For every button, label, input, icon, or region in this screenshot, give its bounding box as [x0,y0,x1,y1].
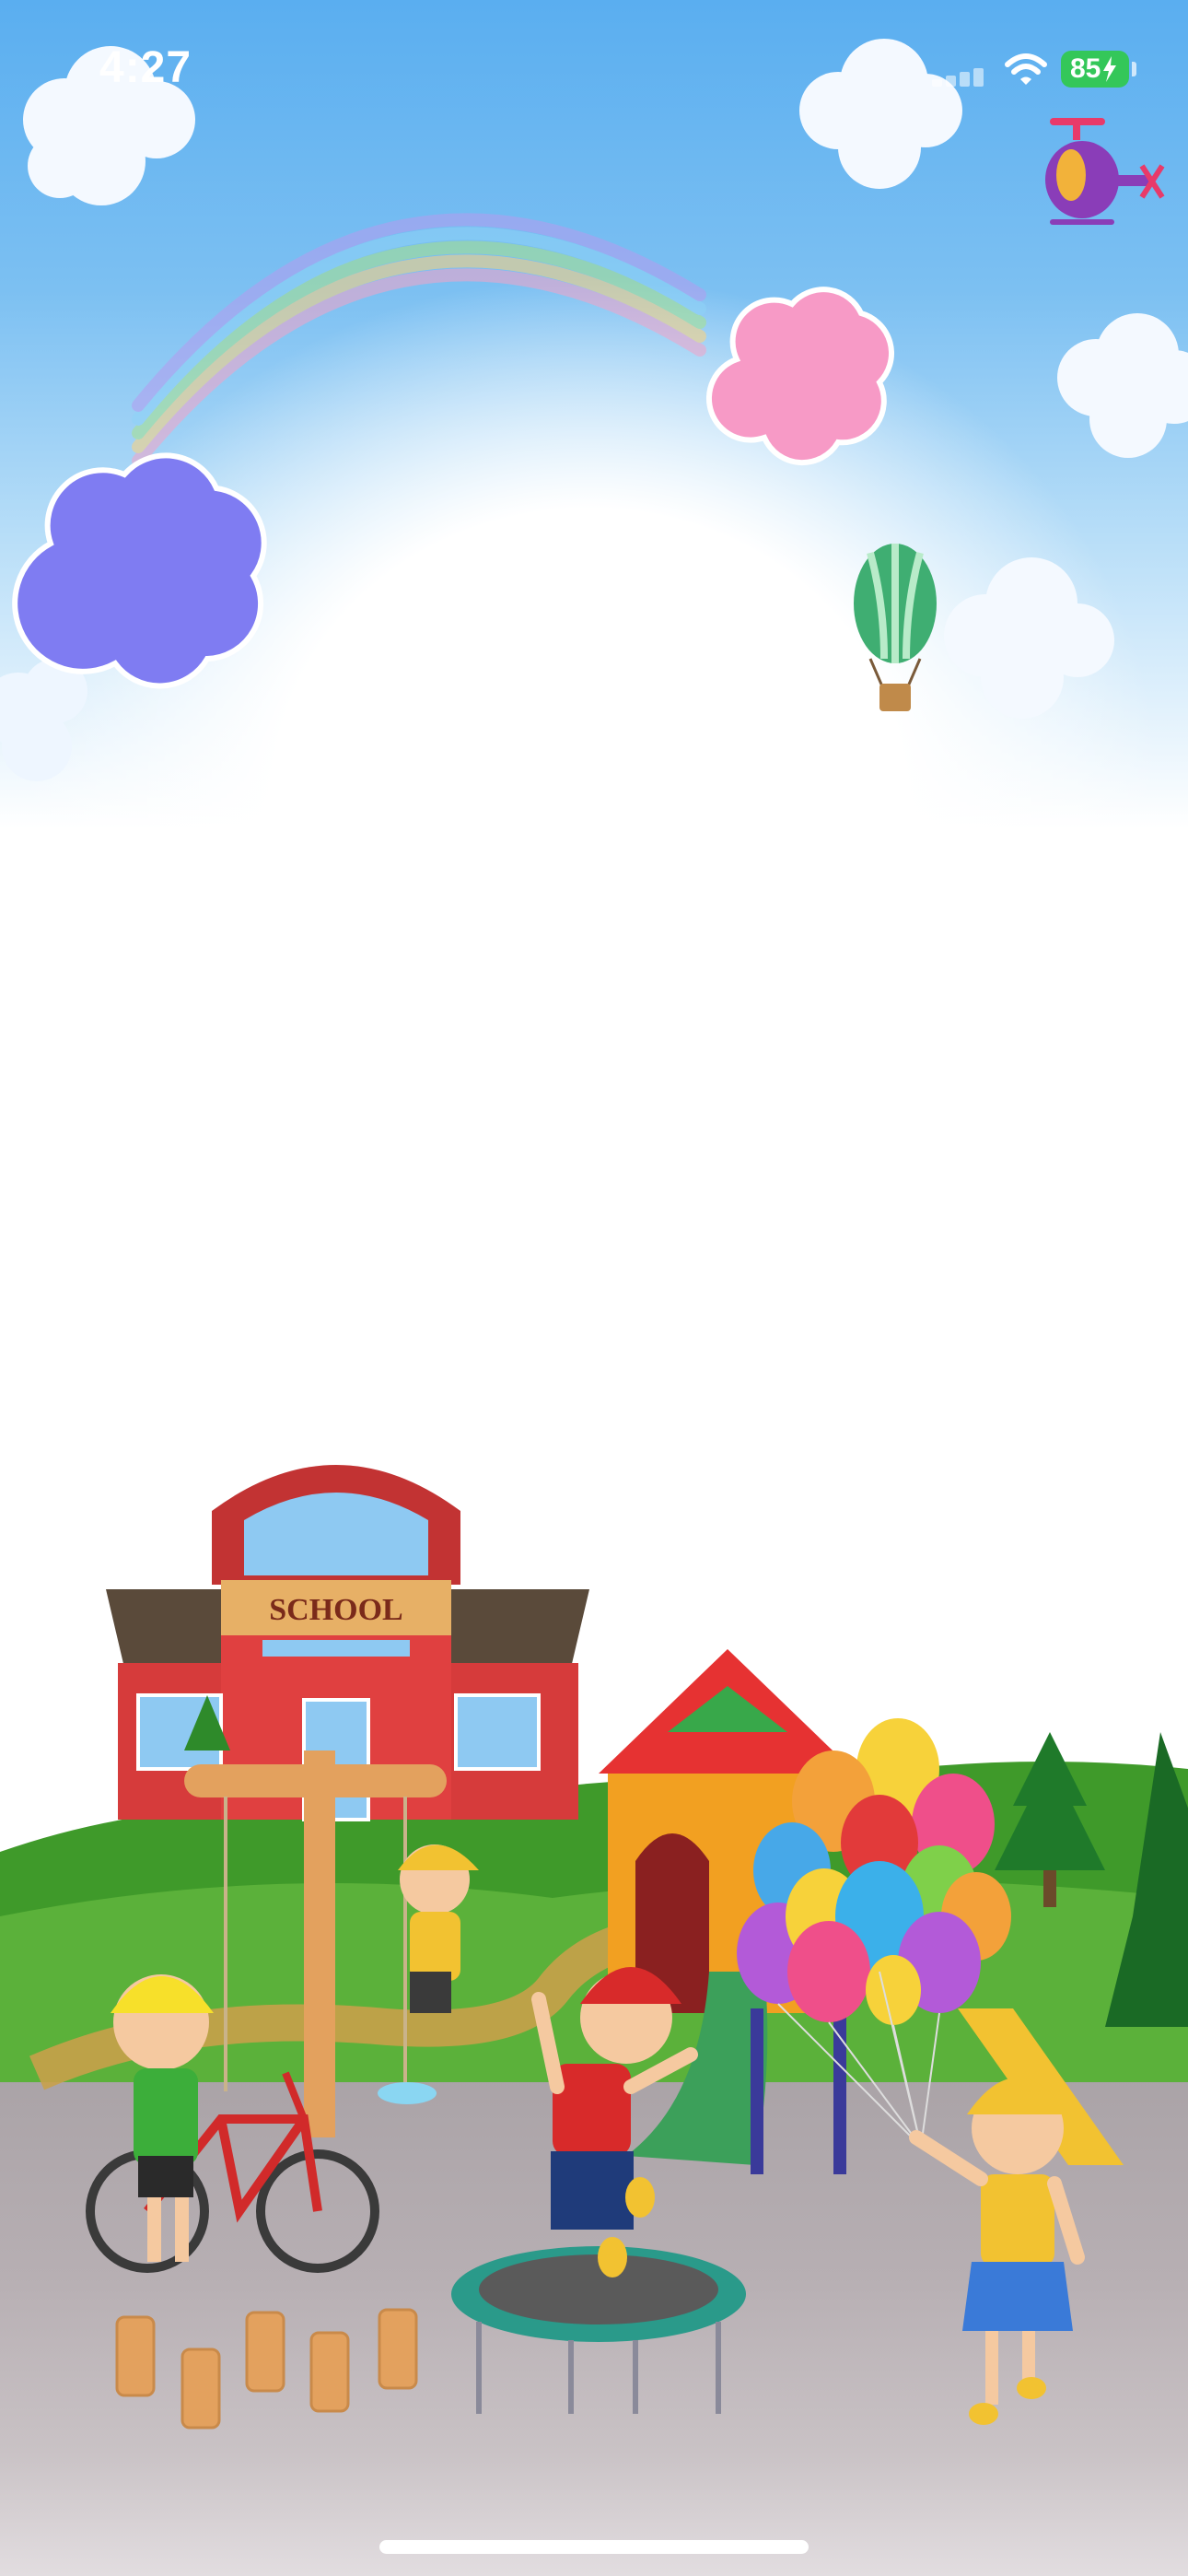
trampoline [451,2246,746,2414]
girl-with-balloons [909,2078,1085,2425]
home-indicator[interactable] [379,2540,809,2554]
wooden-stepping-posts [115,2308,418,2430]
school-sign: SCHOOL [269,1593,402,1627]
playground-illustration: SCHOOL [0,1465,1188,2430]
playground-scene: 4:27 85 SCHOOL [0,0,1188,2576]
kid-with-helmet [111,1974,214,2262]
